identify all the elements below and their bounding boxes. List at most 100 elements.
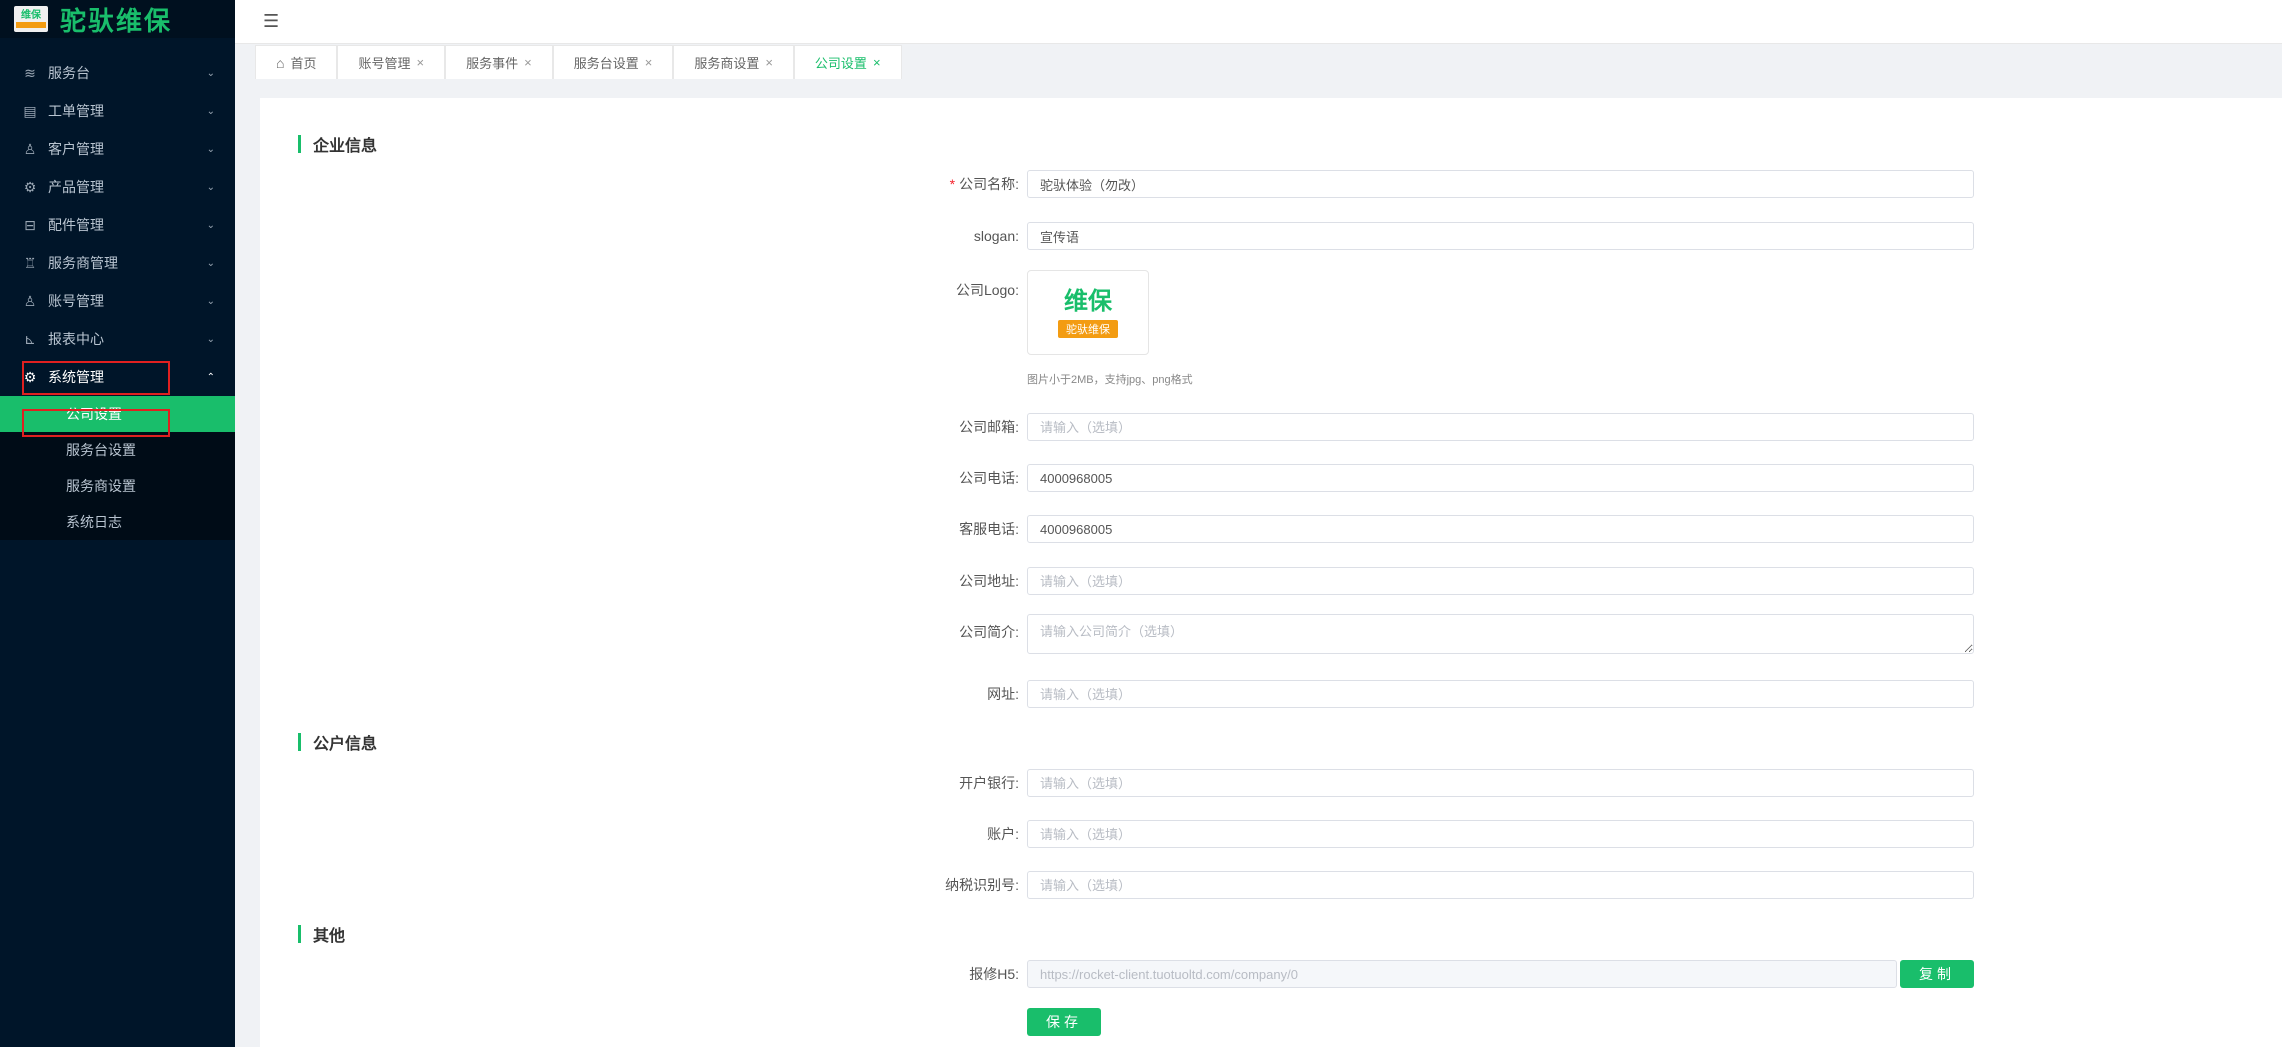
chevron-down-icon: ⌄ — [206, 333, 215, 345]
service-phone-input[interactable] — [1027, 515, 1974, 543]
section-bar — [298, 925, 301, 943]
tab-label: 服务台设置 — [573, 56, 639, 71]
sidebar-item-parts[interactable]: ⊟ 配件管理 ⌄ — [0, 206, 235, 244]
tab-accounts[interactable]: 账号管理 × — [337, 45, 446, 79]
row-website: 网址: — [260, 680, 1974, 708]
row-address: 公司地址: — [260, 567, 1974, 595]
home-icon: ⌂ — [276, 54, 285, 71]
sidebar-item-reports[interactable]: ⊾ 报表中心 ⌄ — [0, 320, 235, 358]
website-label: 网址: — [987, 686, 1019, 702]
submenu-item-desk-settings[interactable]: 服务台设置 — [0, 432, 235, 468]
account-no-label: 账户: — [987, 826, 1019, 842]
sidebar-item-service-desk[interactable]: ≋ 服务台 ⌄ — [0, 54, 235, 92]
tab-label: 服务商设置 — [694, 56, 760, 71]
row-tax-id: 纳税识别号: — [260, 871, 1974, 899]
service-desk-icon: ≋ — [24, 64, 36, 81]
h5-label: 报修H5: — [969, 966, 1019, 982]
gear-icon: ⚙ — [23, 368, 37, 385]
user-icon: ♙ — [23, 292, 37, 309]
row-phone: 公司电话: — [260, 464, 1974, 492]
tab-label: 首页 — [290, 56, 317, 71]
section-title-text: 其他 — [313, 928, 346, 945]
website-input[interactable] — [1027, 680, 1974, 708]
company-name-input[interactable] — [1027, 170, 1974, 198]
close-icon[interactable]: × — [645, 55, 653, 70]
chevron-down-icon: ⌄ — [206, 295, 215, 307]
logo-image-subtext: 驼驮维保 — [1058, 319, 1118, 338]
sidebar-item-customers[interactable]: ♙ 客户管理 ⌄ — [0, 130, 235, 168]
tab-desk-settings[interactable]: 服务台设置 × — [552, 45, 674, 79]
tax-id-input[interactable] — [1027, 871, 1974, 899]
tab-label: 服务事件 — [466, 56, 519, 71]
topbar: ☰ — [235, 0, 2282, 44]
section-other: 其他 — [298, 922, 345, 946]
submenu-item-provider-settings[interactable]: 服务商设置 — [0, 468, 235, 504]
close-icon[interactable]: × — [765, 55, 773, 70]
chart-icon: ⊾ — [24, 330, 36, 347]
tab-home[interactable]: ⌂ 首页 — [255, 45, 338, 79]
logo-badge-text: 维保 — [21, 10, 41, 21]
sidebar-item-accounts[interactable]: ♙ 账号管理 ⌄ — [0, 282, 235, 320]
intro-label: 公司简介: — [959, 624, 1019, 640]
chevron-up-icon: ⌃ — [206, 371, 215, 383]
logo-label: 公司Logo: — [955, 282, 1019, 298]
submenu-item-system-log[interactable]: 系统日志 — [0, 504, 235, 540]
address-label: 公司地址: — [959, 573, 1019, 589]
phone-label: 公司电话: — [959, 470, 1019, 486]
address-input[interactable] — [1027, 567, 1974, 595]
submenu-item-label: 系统日志 — [66, 514, 122, 530]
service-phone-label: 客服电话: — [959, 521, 1019, 537]
phone-input[interactable] — [1027, 464, 1974, 492]
email-input[interactable] — [1027, 413, 1974, 441]
row-company-name: * 公司名称: — [260, 170, 1974, 198]
parts-icon: ⊟ — [24, 216, 36, 233]
section-account-info: 公户信息 — [298, 730, 377, 754]
sidebar-item-work-orders[interactable]: ▤ 工单管理 ⌄ — [0, 92, 235, 130]
customer-icon: ♙ — [23, 140, 37, 157]
account-no-input[interactable] — [1027, 820, 1974, 848]
row-email: 公司邮箱: — [260, 413, 1974, 441]
sidebar-item-products[interactable]: ⚙ 产品管理 ⌄ — [0, 168, 235, 206]
save-button[interactable]: 保存 — [1027, 1008, 1101, 1036]
system-submenu: 公司设置 服务台设置 服务商设置 系统日志 — [0, 396, 235, 540]
chevron-down-icon: ⌄ — [206, 67, 215, 79]
submenu-item-label: 公司设置 — [66, 406, 122, 422]
logo-brand-text: 驼驮维保 — [60, 5, 173, 36]
row-intro: 公司简介: — [260, 614, 1974, 654]
company-name-label-text: 公司名称: — [959, 176, 1019, 192]
sidebar-menu: ≋ 服务台 ⌄ ▤ 工单管理 ⌄ ♙ 客户管理 ⌄ ⚙ 产品管理 ⌄ ⊟ 配件管… — [0, 54, 235, 540]
section-title-text: 公户信息 — [313, 736, 378, 753]
bank-input[interactable] — [1027, 769, 1974, 797]
h5-url-input — [1027, 960, 1897, 988]
sidebar-item-system[interactable]: ⚙ 系统管理 ⌃ — [0, 358, 235, 396]
product-icon: ⚙ — [23, 178, 37, 195]
tab-company-settings[interactable]: 公司设置 × — [793, 45, 902, 79]
menu-toggle-icon[interactable]: ☰ — [263, 11, 279, 32]
tab-provider-settings[interactable]: 服务商设置 × — [673, 45, 794, 79]
company-name-label: * 公司名称: — [260, 174, 1027, 194]
close-icon[interactable]: × — [417, 55, 425, 70]
intro-textarea[interactable] — [1027, 614, 1974, 654]
logo-badge: 维保 — [14, 6, 48, 32]
close-icon[interactable]: × — [873, 55, 881, 70]
submenu-item-label: 服务台设置 — [66, 442, 136, 458]
row-account-no: 账户: — [260, 820, 1974, 848]
chevron-down-icon: ⌄ — [206, 143, 215, 155]
submenu-item-company-settings[interactable]: 公司设置 — [0, 396, 235, 432]
sidebar: 维保 驼驮维保 ≋ 服务台 ⌄ ▤ 工单管理 ⌄ ♙ 客户管理 ⌄ ⚙ 产品管理… — [0, 0, 235, 1047]
section-company-info: 企业信息 — [298, 132, 377, 156]
tax-id-label: 纳税识别号: — [945, 877, 1019, 893]
close-icon[interactable]: × — [524, 55, 532, 70]
logo-badge-stripe — [16, 22, 46, 28]
slogan-input[interactable] — [1027, 222, 1974, 250]
sidebar-item-providers[interactable]: ♖ 服务商管理 ⌄ — [0, 244, 235, 282]
submenu-item-label: 服务商设置 — [66, 478, 136, 494]
chevron-down-icon: ⌄ — [206, 105, 215, 117]
copy-button[interactable]: 复制 — [1900, 960, 1974, 988]
tab-service-events[interactable]: 服务事件 × — [445, 45, 553, 79]
logo-upload[interactable]: 维保 驼驮维保 — [1027, 270, 1149, 355]
row-bank: 开户银行: — [260, 769, 1974, 797]
email-label: 公司邮箱: — [959, 419, 1019, 435]
chevron-down-icon: ⌄ — [206, 219, 215, 231]
logo-area: 维保 驼驮维保 — [0, 0, 235, 38]
